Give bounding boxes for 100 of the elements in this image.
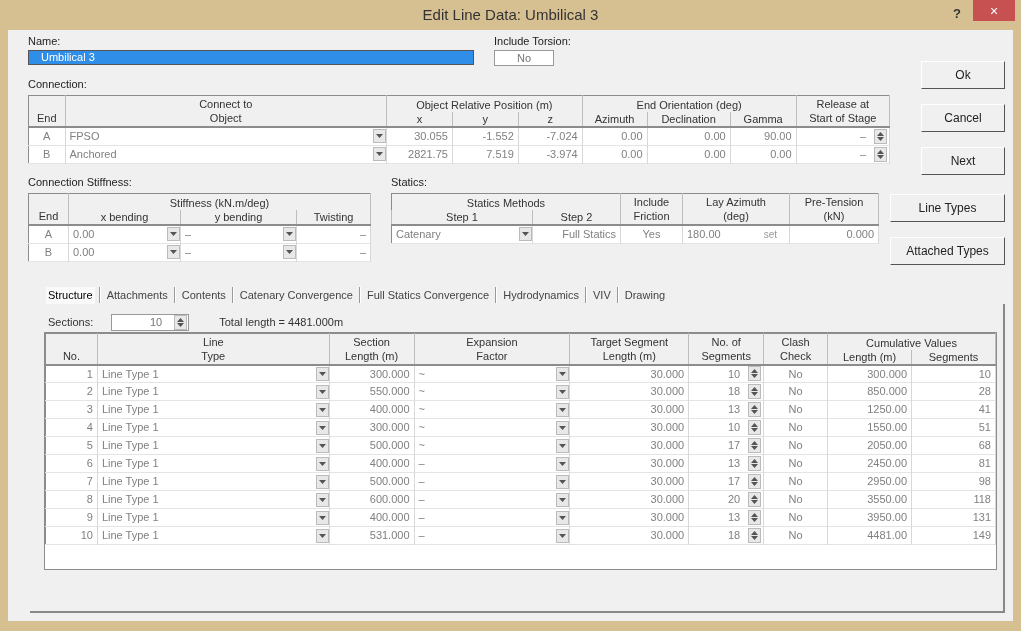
dropdown-field[interactable]: – xyxy=(181,243,296,261)
caret-icon[interactable] xyxy=(556,438,570,453)
spinner-icon[interactable] xyxy=(748,474,762,489)
spinner-field[interactable]: 17 xyxy=(689,437,764,454)
dropdown-field[interactable]: – xyxy=(414,473,570,490)
dropdown-field[interactable]: ~ xyxy=(414,401,570,418)
dropdown-field[interactable]: Line Type 1 xyxy=(97,491,329,508)
spinner-icon[interactable] xyxy=(174,314,188,330)
caret-icon[interactable] xyxy=(556,510,570,525)
dialog-button[interactable]: Next xyxy=(921,147,1005,175)
dropdown-field[interactable]: ~ xyxy=(414,383,570,400)
spinner-icon[interactable] xyxy=(874,146,887,162)
close-button[interactable]: × xyxy=(973,0,1015,21)
caret-icon[interactable] xyxy=(315,384,329,399)
spinner-icon[interactable] xyxy=(748,366,762,382)
dialog-button[interactable]: Cancel xyxy=(921,104,1005,132)
spinner-icon[interactable] xyxy=(748,420,762,435)
caret-icon[interactable] xyxy=(315,438,329,453)
dialog-button[interactable]: Attached Types xyxy=(890,237,1005,265)
caret-icon[interactable] xyxy=(167,227,180,242)
spinner-icon[interactable] xyxy=(748,438,762,453)
spinner-icon[interactable] xyxy=(748,402,762,417)
dropdown-field[interactable]: Line Type 1 xyxy=(97,455,329,472)
caret-icon[interactable] xyxy=(372,129,386,144)
table-cell: -3.974 xyxy=(518,145,583,163)
dropdown-field[interactable]: FPSO xyxy=(65,128,386,145)
spinner-field[interactable]: 13 xyxy=(689,401,764,418)
spinner-field[interactable]: 10 xyxy=(689,365,764,382)
spinner-field[interactable]: 20 xyxy=(689,491,764,508)
tab[interactable]: VIV xyxy=(591,287,613,304)
dropdown-field[interactable]: – xyxy=(181,226,296,243)
caret-icon[interactable] xyxy=(556,384,570,399)
tab[interactable]: Contents xyxy=(179,287,228,304)
spinner-icon[interactable] xyxy=(748,456,762,471)
caret-icon[interactable] xyxy=(556,420,570,435)
dropdown-field[interactable]: – xyxy=(414,509,570,526)
dropdown-field[interactable]: – xyxy=(414,455,570,472)
dropdown-field[interactable]: Line Type 1 xyxy=(97,401,329,418)
spinner-field[interactable]: 18 xyxy=(689,383,764,400)
caret-icon[interactable] xyxy=(556,474,570,489)
sections-spinner[interactable]: 10 xyxy=(111,313,190,331)
caret-icon[interactable] xyxy=(315,474,329,489)
dropdown-field[interactable]: Line Type 1 xyxy=(97,365,329,382)
spinner-icon[interactable] xyxy=(748,510,762,525)
tab[interactable]: Catenary Convergence xyxy=(237,287,355,304)
caret-icon[interactable] xyxy=(315,420,329,435)
caret-icon[interactable] xyxy=(556,492,570,507)
caret-icon[interactable] xyxy=(556,402,570,417)
caret-icon[interactable] xyxy=(556,456,570,471)
caret-icon[interactable] xyxy=(167,245,180,259)
caret-icon[interactable] xyxy=(315,510,329,525)
caret-icon[interactable] xyxy=(283,227,296,242)
dropdown-field[interactable]: Catenary xyxy=(392,226,532,243)
spinner-icon[interactable] xyxy=(874,128,887,144)
spinner-field[interactable]: 13 xyxy=(689,455,764,472)
dropdown-field[interactable]: ~ xyxy=(414,437,570,454)
caret-icon[interactable] xyxy=(283,245,296,259)
caret-icon[interactable] xyxy=(372,147,386,161)
tab[interactable]: Structure xyxy=(46,287,95,304)
caret-icon[interactable] xyxy=(315,456,329,471)
dropdown-field[interactable]: Line Type 1 xyxy=(97,383,329,400)
spinner-field[interactable]: 18 xyxy=(689,527,764,544)
dropdown-field[interactable]: – xyxy=(414,527,570,544)
column-header: x bending xyxy=(68,210,181,225)
spinner-icon[interactable] xyxy=(748,492,762,507)
spinner-icon[interactable] xyxy=(748,384,762,399)
dropdown-field[interactable]: Line Type 1 xyxy=(97,527,329,544)
dropdown-field[interactable]: Line Type 1 xyxy=(97,509,329,526)
caret-icon[interactable] xyxy=(556,528,570,543)
dropdown-field[interactable]: Anchored xyxy=(65,145,386,163)
spinner-field[interactable]: 13 xyxy=(689,509,764,526)
spinner-field[interactable]: – xyxy=(796,145,889,163)
caret-icon[interactable] xyxy=(519,227,532,242)
tab[interactable]: Full Statics Convergence xyxy=(364,287,492,304)
set-button[interactable]: set xyxy=(763,226,785,242)
tab[interactable]: Attachments xyxy=(104,287,170,304)
spinner-field[interactable]: 17 xyxy=(689,473,764,490)
spinner-field[interactable]: – xyxy=(796,128,889,145)
caret-icon[interactable] xyxy=(556,366,570,381)
name-field[interactable]: Umbilical 3 xyxy=(28,49,474,65)
dropdown-field[interactable]: 0.00 xyxy=(69,226,180,243)
torsion-field[interactable]: No xyxy=(494,49,554,66)
spinner-field[interactable]: 10 xyxy=(689,419,764,436)
tab[interactable]: Hydrodynamics xyxy=(501,287,582,304)
caret-icon[interactable] xyxy=(315,528,329,543)
dropdown-field[interactable]: ~ xyxy=(414,365,570,382)
dropdown-field[interactable]: – xyxy=(414,491,570,508)
dialog-button[interactable]: Line Types xyxy=(890,194,1005,222)
dropdown-field[interactable]: Line Type 1 xyxy=(97,473,329,490)
dropdown-field[interactable]: Line Type 1 xyxy=(97,419,329,436)
caret-icon[interactable] xyxy=(315,492,329,507)
dropdown-field[interactable]: Line Type 1 xyxy=(97,437,329,454)
help-button[interactable]: ? xyxy=(953,4,961,24)
dropdown-field[interactable]: ~ xyxy=(414,419,570,436)
caret-icon[interactable] xyxy=(315,366,329,381)
dialog-button[interactable]: Ok xyxy=(921,61,1005,89)
dropdown-field[interactable]: 0.00 xyxy=(69,243,180,261)
spinner-icon[interactable] xyxy=(748,528,762,543)
caret-icon[interactable] xyxy=(315,402,329,417)
tab[interactable]: Drawing xyxy=(622,287,668,304)
